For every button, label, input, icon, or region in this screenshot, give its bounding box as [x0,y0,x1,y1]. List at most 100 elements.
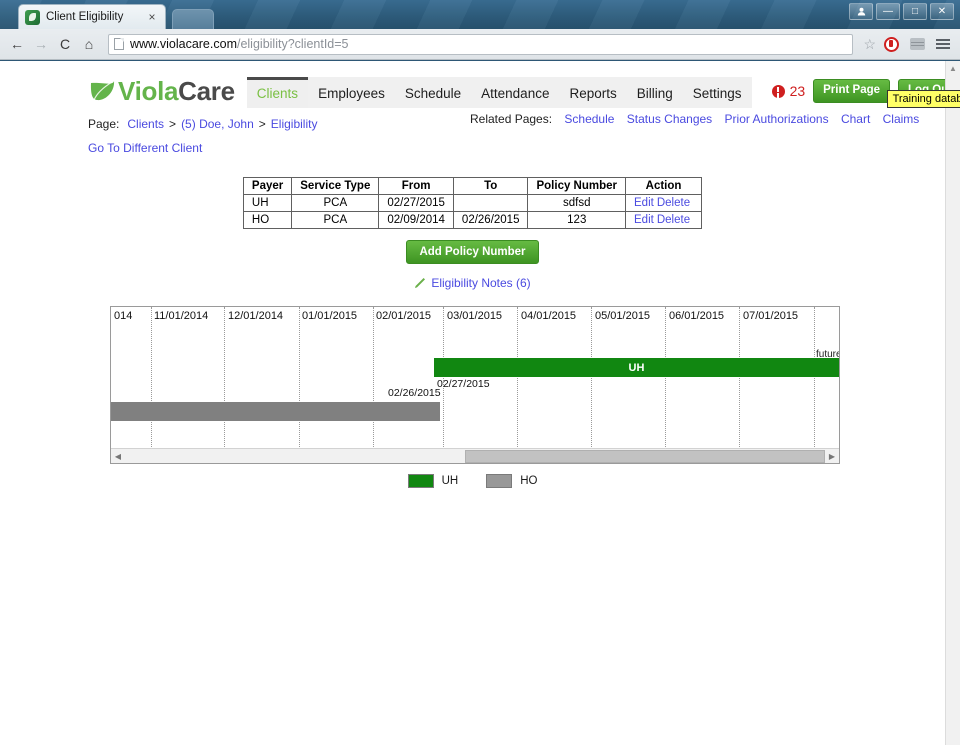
related-pages: Related Pages: Schedule Status Changes P… [470,112,919,126]
leaf-icon [88,79,116,103]
adblock-icon[interactable] [880,33,902,55]
chart-gridline [224,307,225,447]
edit-link[interactable]: Edit [634,197,654,209]
chart-horizontal-scrollbar[interactable]: ◀ ▶ [111,448,839,463]
user-profile-icon[interactable] [849,3,873,20]
related-link-schedule[interactable]: Schedule [564,112,614,126]
eligibility-notes-row: Eligibility Notes (6) [0,276,945,290]
cell-action: Edit Delete [625,194,703,212]
add-policy-number-button[interactable]: Add Policy Number [406,240,539,264]
chart-tick-label: 03/01/2015 [447,310,503,322]
chart-tick-label: 01/01/2015 [302,310,358,322]
scroll-right-arrow-icon[interactable]: ▶ [825,452,839,461]
bookmark-star-icon[interactable]: ☆ [863,36,876,53]
related-pages-label: Related Pages: [470,112,553,126]
chart-tick-label: 05/01/2015 [595,310,651,322]
legend-item-ho: HO [486,474,537,488]
chart-bar-ho[interactable] [111,402,440,421]
alert-count-value: 23 [789,83,806,99]
related-link-chart[interactable]: Chart [841,112,870,126]
chart-plot-area: 014 11/01/2014 12/01/2014 01/01/2015 02/… [111,307,839,463]
chart-gridline [443,307,444,447]
browser-window: Client Eligibility × — □ ✕ ← → C ⌂ www.v… [0,0,960,745]
chart-tick-label: 014 [114,310,133,322]
scroll-left-arrow-icon[interactable]: ◀ [111,452,125,461]
cell-service-type: PCA [291,194,380,212]
home-icon[interactable]: ⌂ [78,33,100,55]
nav-item-billing[interactable]: Billing [626,76,683,108]
chart-bar-uh[interactable]: UH [434,358,839,377]
related-link-status-changes[interactable]: Status Changes [627,112,712,126]
site-logo[interactable]: ViolaCare [88,76,235,107]
delete-link[interactable]: Delete [657,197,690,209]
reload-icon[interactable]: C [54,33,76,55]
edit-link[interactable]: Edit [634,214,654,226]
chart-tick-label: 12/01/2014 [228,310,284,322]
chart-gridline [591,307,592,447]
cell-from: 02/27/2015 [378,194,454,212]
chart-scroll-track[interactable] [125,449,825,464]
back-icon[interactable]: ← [6,33,28,55]
nav-item-settings[interactable]: Settings [682,76,752,108]
nav-item-employees[interactable]: Employees [308,76,395,108]
delete-link[interactable]: Delete [657,214,690,226]
extension-icon[interactable] [906,33,928,55]
eligibility-timeline-chart[interactable]: 014 11/01/2014 12/01/2014 01/01/2015 02/… [110,306,840,464]
new-tab-button[interactable] [172,9,214,29]
cell-service-type: PCA [291,211,380,229]
print-page-button[interactable]: Print Page [813,79,891,103]
address-bar[interactable]: www.violacare.com/eligibility?clientId=5 [108,33,854,55]
nav-item-attendance[interactable]: Attendance [471,76,560,108]
related-link-prior-authorizations[interactable]: Prior Authorizations [725,112,829,126]
window-controls: — □ ✕ [849,3,954,20]
policy-table-wrapper: Payer Service Type From To Policy Number… [0,177,945,229]
page-content: ViolaCare Clients Employees Schedule Att… [0,61,960,488]
chart-gridline [517,307,518,447]
chart-tick-label: 02/01/2015 [376,310,432,322]
column-policy-number: Policy Number [527,177,627,195]
site-header: ViolaCare Clients Employees Schedule Att… [0,61,960,109]
chart-tick-label: 07/01/2015 [743,310,799,322]
pencil-icon [414,277,426,289]
minimize-icon[interactable]: — [876,3,900,20]
alert-count[interactable]: 23 [771,83,806,99]
breadcrumb-item-eligibility[interactable]: Eligibility [271,117,318,131]
related-link-claims[interactable]: Claims [883,112,920,126]
goto-different-client-link[interactable]: Go To Different Client [88,141,202,155]
browser-tab[interactable]: Client Eligibility × [18,4,166,29]
nav-item-clients[interactable]: Clients [246,76,309,108]
column-from: From [378,177,454,195]
cell-payer: UH [242,194,293,212]
maximize-icon[interactable]: □ [903,3,927,20]
cell-policy-number: 123 [527,211,627,229]
url-path: /eligibility?clientId=5 [236,37,349,51]
column-payer: Payer [242,177,293,195]
nav-item-schedule[interactable]: Schedule [394,76,472,108]
page-scrollbar[interactable]: ▲ [945,61,960,745]
breadcrumb-item-clients[interactable]: Clients [127,117,164,131]
breadcrumb-item-client[interactable]: (5) Doe, John [181,117,254,131]
forward-icon[interactable]: → [30,33,52,55]
logo-text-primary: Viola [118,75,179,106]
close-window-icon[interactable]: ✕ [930,3,954,20]
chart-scroll-thumb[interactable] [465,449,825,463]
tab-title: Client Eligibility [46,11,124,23]
close-tab-icon[interactable]: × [145,10,159,24]
add-policy-row: Add Policy Number [0,240,945,264]
table-header-row: Payer Service Type From To Policy Number… [242,177,703,195]
chart-gridline [299,307,300,447]
browser-menu-icon[interactable] [932,33,954,55]
alert-icon [771,84,785,98]
table-row: HO PCA 02/09/2014 02/26/2015 123 Edit Del… [242,211,703,229]
chart-tick-label: 06/01/2015 [669,310,725,322]
nav-item-reports[interactable]: Reports [559,76,627,108]
scroll-up-arrow-icon[interactable]: ▲ [946,61,960,76]
eligibility-notes-link[interactable]: Eligibility Notes (6) [431,276,530,290]
legend-label-ho: HO [520,475,538,487]
chart-tick-label: 11/01/2014 [154,310,209,322]
header-actions: 23 Print Page Log Out Training database [771,79,960,109]
url-domain: www.violacare.com [130,37,237,51]
breadcrumb-separator: > [169,117,177,131]
chart-bar-uh-start-label: 02/27/2015 [437,378,490,390]
cell-to [452,194,529,212]
